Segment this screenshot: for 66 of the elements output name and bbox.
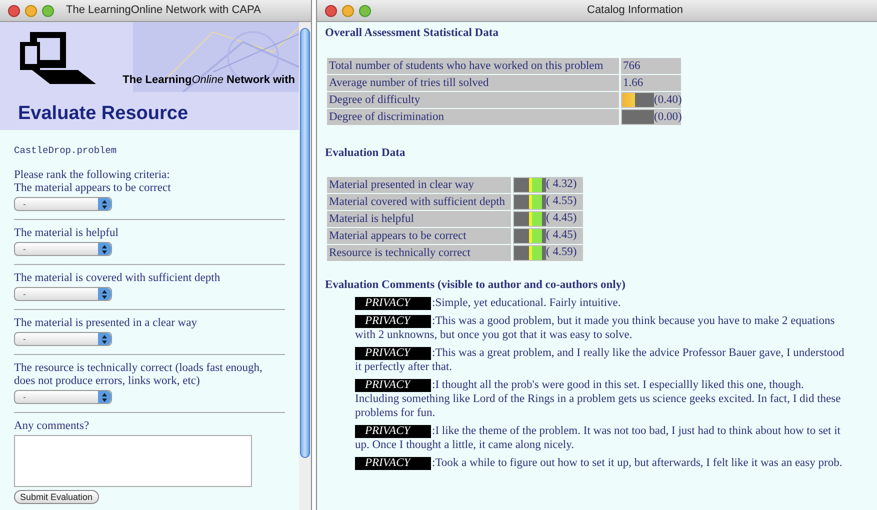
evaluation-label: Material presented in clear way [327, 176, 511, 192]
criterion-label: The resource is technically correct (loads fast enough, does not produce errors, links work, etc) [14, 362, 264, 388]
banner-text: The LearningOnline Network with [122, 72, 295, 88]
comment-text: PRIVACY :I thought all the prob's were good in this set. I especiallly liked this one, though. Including something like Lord of the Rings in a problem gets us science geeks excited. In fact, I did these problems for fun. [355, 378, 842, 420]
evaluation-value: ( 4.45) [546, 228, 577, 243]
page-heading: Evaluate Resource [17, 102, 190, 126]
resource-name: CastleDrop.problem [14, 144, 118, 157]
comment-text: PRIVACY :Took a while to figure out how to set it up, but afterwards, I felt like it was an easy prob. [355, 456, 849, 470]
window-title: The LearningOnline Network with CAPA [66, 3, 261, 18]
rating-bar [514, 246, 546, 260]
stat-value: 1.66 [621, 75, 681, 92]
stepper-icon [98, 288, 111, 300]
redacted-author: PRIVACY [355, 314, 431, 328]
stepper-icon [98, 243, 111, 255]
comments-field[interactable] [14, 435, 252, 487]
comment-text: PRIVACY :This was a good problem, but it made you think because you have to make 2 equations with 2 unknowns, but once you got that it was easy to solve. [355, 314, 836, 342]
rating-bar [514, 178, 546, 192]
evaluation-label: Material covered with sufficient depth [327, 194, 511, 210]
evaluation-value: ( 4.45) [546, 210, 577, 226]
criterion-label: The material is helpful [14, 227, 120, 240]
evaluation-label: Resource is technically correct [327, 244, 511, 260]
redacted-author: PRIVACY [355, 346, 431, 360]
stat-value: (0.40) [654, 92, 682, 108]
section-heading: Evaluation Data [325, 146, 406, 162]
comment-text: PRIVACY :Simple, yet educational. Fairly intuitive. [355, 296, 849, 310]
stepper-icon [98, 198, 111, 210]
criterion-label: The material appears to be correct [14, 182, 172, 195]
stepper-icon [98, 333, 111, 345]
window-controls-icon[interactable] [8, 4, 54, 16]
window-controls-icon[interactable] [325, 4, 371, 16]
section-heading: Overall Assessment Statistical Data [325, 26, 500, 41]
redacted-author: PRIVACY [355, 424, 431, 438]
stat-label: Total number of students who have worked on this problem [327, 58, 619, 74]
evaluation-value: ( 4.32) [546, 176, 577, 192]
stat-value: (0.00) [654, 110, 682, 125]
rating-dropdown[interactable]: - [14, 287, 112, 301]
criterion-label: The material is presented in a clear way [14, 317, 198, 330]
criterion-label: The material is covered with sufficient depth [14, 272, 222, 285]
stat-label: Degree of difficulty [327, 92, 619, 108]
rating-dropdown[interactable]: - [14, 197, 112, 211]
stepper-icon [98, 391, 111, 403]
instructions: Please rank the following criteria: [14, 169, 171, 182]
stat-value: 766 [621, 58, 681, 74]
scrollbar[interactable] [299, 22, 311, 510]
stat-label: Average number of tries till solved [327, 75, 619, 92]
rating-bar [514, 228, 546, 242]
logo-icon [20, 32, 96, 86]
submit-button[interactable]: Submit Evaluation [14, 490, 99, 504]
comment-text: PRIVACY :I like the theme of the problem. It was not too bad, I just had to think about how to set it up. Once I thought a little, it came along nicely. [355, 424, 842, 452]
rating-bar [514, 194, 546, 208]
redacted-author: PRIVACY [355, 296, 431, 310]
rating-dropdown[interactable]: - [14, 390, 112, 404]
rating-dropdown[interactable]: - [14, 242, 112, 256]
redacted-author: PRIVACY [355, 456, 431, 470]
evaluation-value: ( 4.55) [546, 194, 577, 209]
comments-label: Any comments? [14, 420, 90, 433]
window-title: Catalog Information [587, 3, 683, 18]
evaluation-label: Material is helpful [327, 210, 511, 226]
section-heading: Evaluation Comments (visible to author and co-authors only) [325, 278, 626, 292]
redacted-author: PRIVACY [355, 378, 431, 392]
stat-label: Degree of discrimination [327, 109, 619, 126]
evaluation-value: ( 4.59) [546, 244, 577, 260]
rating-bar [514, 212, 546, 226]
rating-dropdown[interactable]: - [14, 332, 112, 346]
evaluation-label: Material appears to be correct [327, 228, 511, 244]
comment-text: PRIVACY :This was a great problem, and I really like the advice Professor Bauer gave, I understood it perfectly after that. [355, 346, 846, 374]
